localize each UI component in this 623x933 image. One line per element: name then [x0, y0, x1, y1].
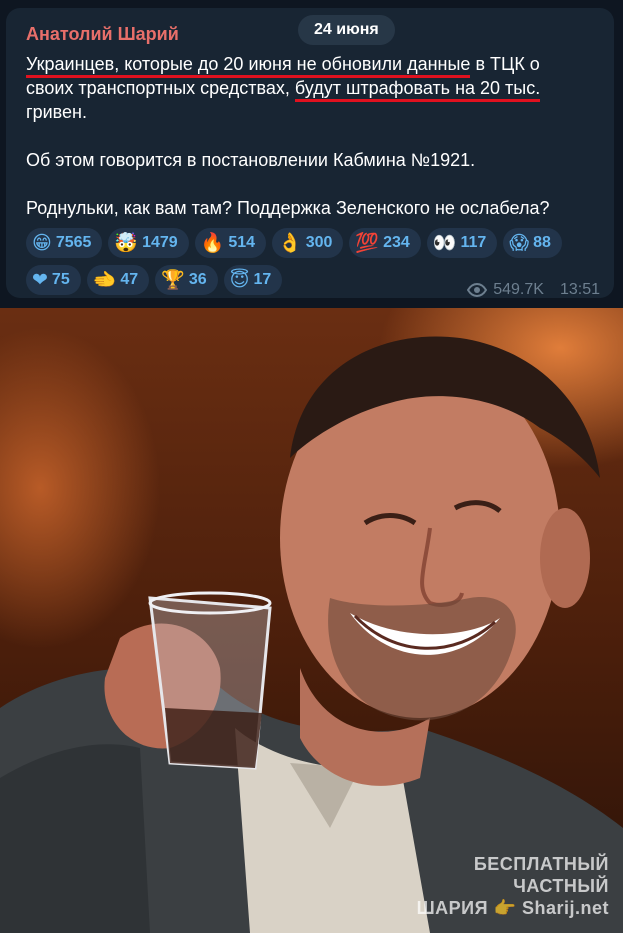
post-paragraph-3: Роднульки, как вам там? Поддержка Зеленс… — [26, 198, 550, 218]
ok-hand-emoji-icon: 👌 — [278, 231, 302, 254]
grin-emoji-icon: 😁 — [32, 231, 52, 254]
reaction-chip[interactable]: 😇 17 — [223, 265, 283, 295]
text-segment: своих транспортных средствах, — [26, 78, 295, 98]
halo-emoji-icon: 😇 — [229, 268, 250, 291]
underlined-phrase-1: Украинцев, которые до 20 июня не обновил… — [26, 54, 471, 78]
reaction-chip[interactable]: ❤ 75 — [26, 265, 81, 295]
watermark-line-2: ШАРИЯ 👉 Sharij.net — [416, 898, 609, 918]
reaction-count: 300 — [305, 234, 333, 251]
reaction-count: 88 — [533, 234, 551, 251]
reaction-count: 36 — [188, 271, 207, 288]
reaction-chip[interactable]: 🔥 514 — [194, 228, 267, 258]
watermark-line-1: БЕСПЛАТНЫЙ ЧАСТНЫЙ — [473, 854, 609, 896]
text-segment: гривен. — [26, 102, 87, 122]
date-separator: 24 июня — [298, 15, 395, 45]
reaction-count: 47 — [120, 271, 139, 288]
fire-emoji-icon: 🔥 — [200, 231, 225, 254]
photo-illustration — [0, 336, 623, 933]
post-time: 13:51 — [559, 281, 600, 298]
reaction-chip[interactable]: 🫲 47 — [86, 265, 150, 295]
post-paragraph-2: Об этом говорится в постановлении Кабмин… — [26, 150, 476, 170]
post-text: Украинцев, которые до 20 июня не обновил… — [26, 52, 596, 220]
reaction-count: 234 — [383, 234, 410, 251]
watermark: БЕСПЛАТНЫЙ ЧАСТНЫЙ ШАРИЯ 👉 Sharij.net — [379, 853, 609, 919]
post-photo[interactable]: БЕСПЛАТНЫЙ ЧАСТНЫЙ ШАРИЯ 👉 Sharij.net — [0, 308, 623, 933]
exploding-head-emoji-icon: 🤯 — [114, 231, 139, 254]
reaction-chip[interactable]: 👀 117 — [426, 228, 498, 258]
post-paragraph-1: Украинцев, которые до 20 июня не обновил… — [26, 52, 596, 124]
reaction-chip[interactable]: 🏆 36 — [155, 265, 218, 295]
scream-emoji-icon: 😱 — [509, 231, 530, 254]
reaction-chip[interactable]: 😱 88 — [503, 228, 562, 258]
heart-emoji-icon: ❤ — [32, 268, 48, 291]
channel-post: 24 июня Анатолий Шарий Украинцев, которы… — [6, 8, 614, 298]
trophy-emoji-icon: 🏆 — [161, 268, 185, 291]
reaction-count: 117 — [460, 234, 487, 251]
text-segment: в ТЦК о — [470, 54, 540, 74]
reaction-count: 17 — [253, 271, 272, 288]
eye-icon — [467, 283, 488, 297]
reaction-count: 7565 — [55, 234, 92, 251]
eyes-emoji-icon: 👀 — [432, 231, 457, 254]
reaction-chip[interactable]: 💯 234 — [349, 228, 421, 258]
view-count: 549.7K — [493, 281, 544, 298]
post-author[interactable]: Анатолий Шарий — [26, 24, 179, 45]
hand-emoji-icon: 🫲 — [92, 268, 117, 291]
reaction-chip[interactable]: 🤯 1479 — [108, 228, 189, 258]
underlined-phrase-2: будут штрафовать на 20 тыс. — [294, 78, 541, 102]
reaction-chip[interactable]: 👌 300 — [272, 228, 344, 258]
hundred-emoji-icon: 💯 — [355, 231, 380, 254]
reaction-count: 1479 — [142, 234, 178, 251]
reaction-chip[interactable]: 😁 7565 — [26, 228, 103, 258]
reaction-count: 514 — [228, 234, 256, 251]
post-meta: 549.7K 13:51 — [467, 281, 600, 299]
reaction-count: 75 — [51, 271, 70, 288]
